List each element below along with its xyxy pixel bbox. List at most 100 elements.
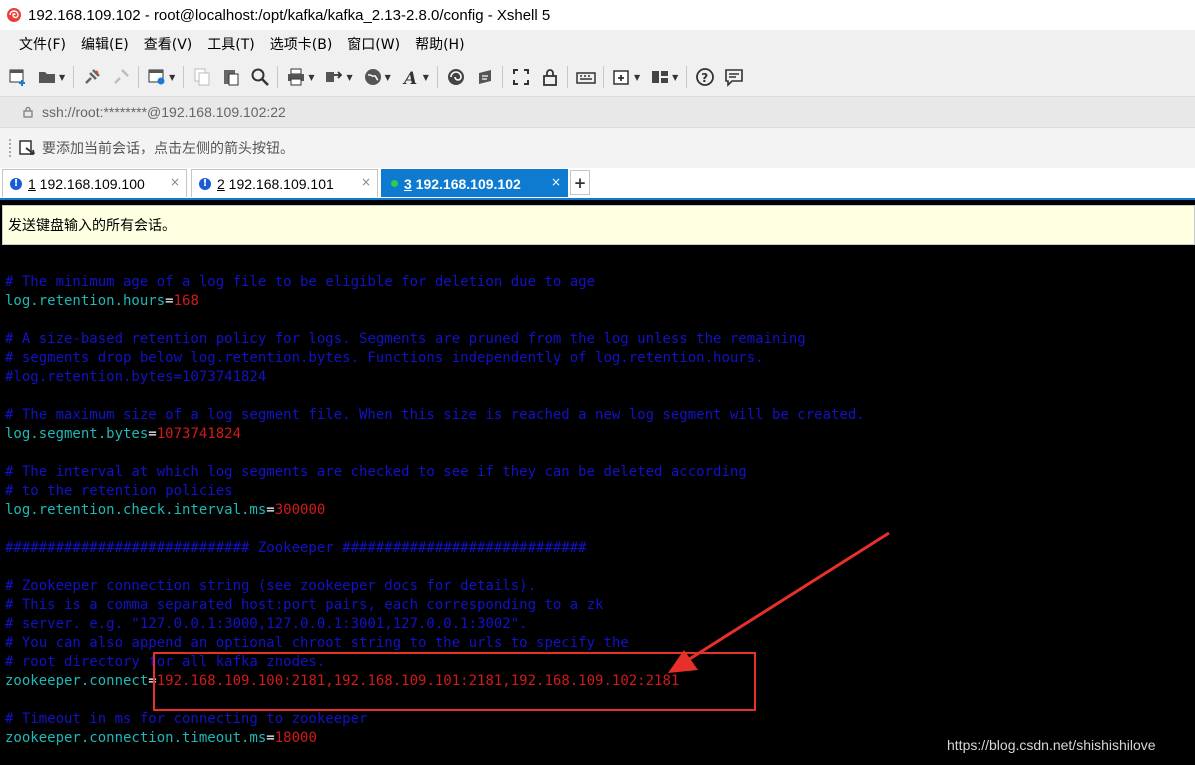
toolbar-separator bbox=[277, 66, 279, 88]
lock-icon[interactable] bbox=[539, 66, 561, 88]
terminal-line: log.retention.check.interval.ms=300000 bbox=[5, 501, 325, 520]
help-icon[interactable]: ? bbox=[694, 66, 716, 88]
tab-session-2[interactable]: ! 2 192.168.109.101 × bbox=[191, 169, 378, 197]
comment-text: ############################# Zookeeper … bbox=[5, 540, 587, 556]
globe-icon[interactable] bbox=[362, 66, 384, 88]
layout-dropdown-icon[interactable]: ▼ bbox=[672, 73, 678, 82]
lock-icon bbox=[23, 106, 33, 118]
address-text[interactable]: ssh://root:********@192.168.109.102:22 bbox=[42, 104, 286, 120]
new-tab-icon[interactable] bbox=[611, 66, 633, 88]
fullscreen-icon[interactable] bbox=[510, 66, 532, 88]
xftp-icon[interactable] bbox=[445, 66, 467, 88]
close-icon[interactable]: × bbox=[551, 175, 561, 189]
open-folder-icon[interactable] bbox=[36, 66, 58, 88]
svg-text:?: ? bbox=[701, 71, 708, 85]
terminal-line: # This is a comma separated host:port pa… bbox=[5, 596, 603, 615]
config-value: 300000 bbox=[274, 502, 326, 518]
compose-bar[interactable]: 发送键盘输入的所有会话。 bbox=[2, 205, 1195, 245]
find-icon[interactable] bbox=[249, 66, 271, 88]
transfer-dropdown-icon[interactable]: ▼ bbox=[346, 73, 352, 82]
comment-text: # to the retention policies bbox=[5, 483, 233, 499]
tab-session-1[interactable]: ! 1 192.168.109.100 × bbox=[2, 169, 187, 197]
close-icon[interactable]: × bbox=[361, 175, 371, 189]
toolbar-separator bbox=[183, 66, 185, 88]
terminal-line: # The maximum size of a log segment file… bbox=[5, 406, 865, 425]
terminal-line: # server. e.g. "127.0.0.1:3000,127.0.0.1… bbox=[5, 615, 528, 634]
font-dropdown-icon[interactable]: ▼ bbox=[423, 73, 429, 82]
toolbar-separator bbox=[602, 66, 604, 88]
config-key: zookeeper.connection.timeout.ms bbox=[5, 730, 267, 746]
menu-window[interactable]: 窗口(W) bbox=[347, 34, 400, 54]
add-tab-button[interactable]: + bbox=[570, 170, 590, 195]
terminal-line: log.segment.bytes=1073741824 bbox=[5, 425, 241, 444]
menu-tabs[interactable]: 选项卡(B) bbox=[270, 34, 333, 54]
terminal-line: # You can also append an optional chroot… bbox=[5, 634, 629, 653]
print-dropdown-icon[interactable]: ▼ bbox=[308, 73, 314, 82]
xshell-logo-icon bbox=[7, 8, 21, 22]
config-key: log.segment.bytes bbox=[5, 426, 149, 442]
toolbar-separator bbox=[73, 66, 75, 88]
tab-number: 2 bbox=[217, 175, 225, 192]
comment-text: #log.retention.bytes=1073741824 bbox=[5, 369, 267, 385]
properties-icon[interactable] bbox=[146, 66, 168, 88]
equals-sign: = bbox=[266, 502, 275, 518]
menu-help[interactable]: 帮助(H) bbox=[415, 34, 464, 54]
terminal-line: ############################# Zookeeper … bbox=[5, 539, 587, 558]
open-dropdown-icon[interactable]: ▼ bbox=[59, 73, 65, 82]
config-value: 1073741824 bbox=[156, 426, 242, 442]
config-key: zookeeper.connect bbox=[5, 673, 149, 689]
tab-label: 1 192.168.109.100 bbox=[28, 176, 145, 192]
globe-dropdown-icon[interactable]: ▼ bbox=[385, 73, 391, 82]
equals-sign: = bbox=[165, 293, 174, 309]
menu-tools[interactable]: 工具(T) bbox=[207, 34, 254, 54]
connect-icon[interactable] bbox=[81, 66, 103, 88]
terminal-line: zookeeper.connection.timeout.ms=18000 bbox=[5, 729, 317, 748]
layout-icon[interactable] bbox=[649, 66, 671, 88]
session-hint-bar: 要添加当前会话，点击左侧的箭头按钮。 bbox=[0, 127, 1195, 168]
font-icon[interactable]: A bbox=[400, 66, 422, 88]
menu-bar: 文件(F) 编辑(E) 查看(V) 工具(T) 选项卡(B) 窗口(W) 帮助(… bbox=[0, 30, 1195, 58]
address-bar[interactable]: ssh://root:********@192.168.109.102:22 bbox=[0, 96, 1195, 127]
terminal-line: #log.retention.bytes=1073741824 bbox=[5, 368, 266, 387]
toolbar-separator bbox=[686, 66, 688, 88]
terminal-line: # A size-based retention policy for logs… bbox=[5, 330, 806, 349]
new-tab-dropdown-icon[interactable]: ▼ bbox=[634, 73, 640, 82]
tab-label: 2 192.168.109.101 bbox=[217, 176, 334, 192]
comment-text: # segments drop below log.retention.byte… bbox=[5, 350, 764, 366]
terminal-line: # to the retention policies bbox=[5, 482, 233, 501]
terminal-line: # The minimum age of a log file to be el… bbox=[5, 273, 595, 292]
comment-text: # You can also append an optional chroot… bbox=[5, 635, 629, 651]
close-icon[interactable]: × bbox=[170, 175, 180, 189]
config-value: 18000 bbox=[274, 730, 317, 746]
tab-host: 192.168.109.100 bbox=[35, 175, 145, 192]
paste-icon[interactable] bbox=[220, 66, 242, 88]
tab-host: 192.168.109.101 bbox=[224, 175, 334, 192]
disconnect-icon[interactable] bbox=[110, 66, 132, 88]
keyboard-icon[interactable] bbox=[575, 66, 597, 88]
watermark: https://blog.csdn.net/shishishilove bbox=[947, 737, 1156, 753]
copy-icon[interactable] bbox=[191, 66, 213, 88]
comment-text: # The maximum size of a log segment file… bbox=[5, 407, 865, 423]
tab-session-3[interactable]: 3 192.168.109.102 × bbox=[381, 169, 568, 197]
menu-file[interactable]: 文件(F) bbox=[19, 34, 66, 54]
transfer-icon[interactable] bbox=[323, 66, 345, 88]
toolbar-separator bbox=[436, 66, 438, 88]
properties-dropdown-icon[interactable]: ▼ bbox=[169, 73, 175, 82]
tab-host: 192.168.109.102 bbox=[411, 175, 521, 192]
comment-text: # A size-based retention policy for logs… bbox=[5, 331, 806, 347]
config-value: 168 bbox=[173, 293, 199, 309]
comment-text: # Timeout in ms for connecting to zookee… bbox=[5, 711, 368, 727]
chat-icon[interactable] bbox=[723, 66, 745, 88]
menu-edit[interactable]: 编辑(E) bbox=[81, 34, 129, 54]
toolbar-separator bbox=[501, 66, 503, 88]
tab-label: 3 192.168.109.102 bbox=[404, 176, 521, 192]
menu-view[interactable]: 查看(V) bbox=[144, 34, 193, 54]
svg-text:A: A bbox=[402, 69, 417, 87]
new-session-icon[interactable] bbox=[7, 66, 29, 88]
toolbar: ▼ ▼ ▼ ▼ ▼ A ▼ ▼ ▼ ? bbox=[0, 58, 1195, 96]
script-icon[interactable] bbox=[474, 66, 496, 88]
print-icon[interactable] bbox=[285, 66, 307, 88]
config-key: log.retention.hours bbox=[5, 293, 166, 309]
hint-text: 要添加当前会话，点击左侧的箭头按钮。 bbox=[42, 141, 294, 157]
add-session-arrow-icon[interactable] bbox=[18, 139, 36, 157]
